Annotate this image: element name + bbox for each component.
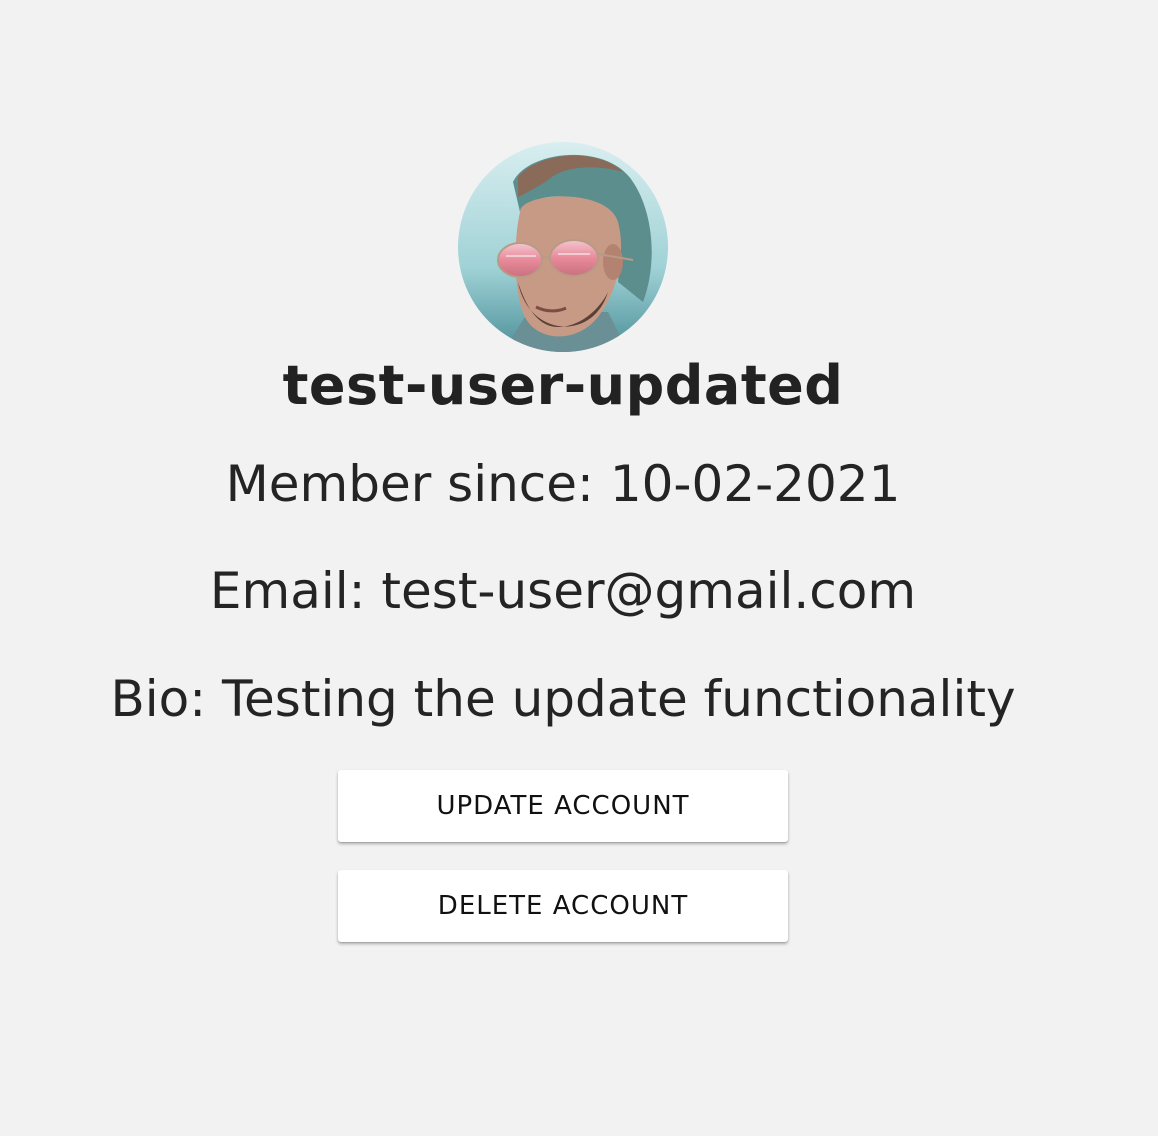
member-since-value: 10-02-2021 xyxy=(609,455,901,513)
email-line: Email: test-user@gmail.com xyxy=(0,559,1126,623)
email-value: test-user@gmail.com xyxy=(381,562,917,620)
email-label: Email: xyxy=(209,562,366,620)
update-account-button[interactable]: UPDATE ACCOUNT xyxy=(338,770,788,842)
avatar xyxy=(458,142,668,352)
bio-line: Bio: Testing the update functionality xyxy=(0,667,1126,731)
member-since-line: Member since: 10-02-2021 xyxy=(0,452,1126,516)
bio-label: Bio: xyxy=(110,670,207,728)
member-since-label: Member since: xyxy=(225,455,594,513)
bio-value: Testing the update functionality xyxy=(221,670,1016,728)
profile-card: test-user-updated Member since: 10-02-20… xyxy=(0,0,1158,1136)
username-heading: test-user-updated xyxy=(282,354,844,417)
delete-account-button[interactable]: DELETE ACCOUNT xyxy=(338,870,788,942)
